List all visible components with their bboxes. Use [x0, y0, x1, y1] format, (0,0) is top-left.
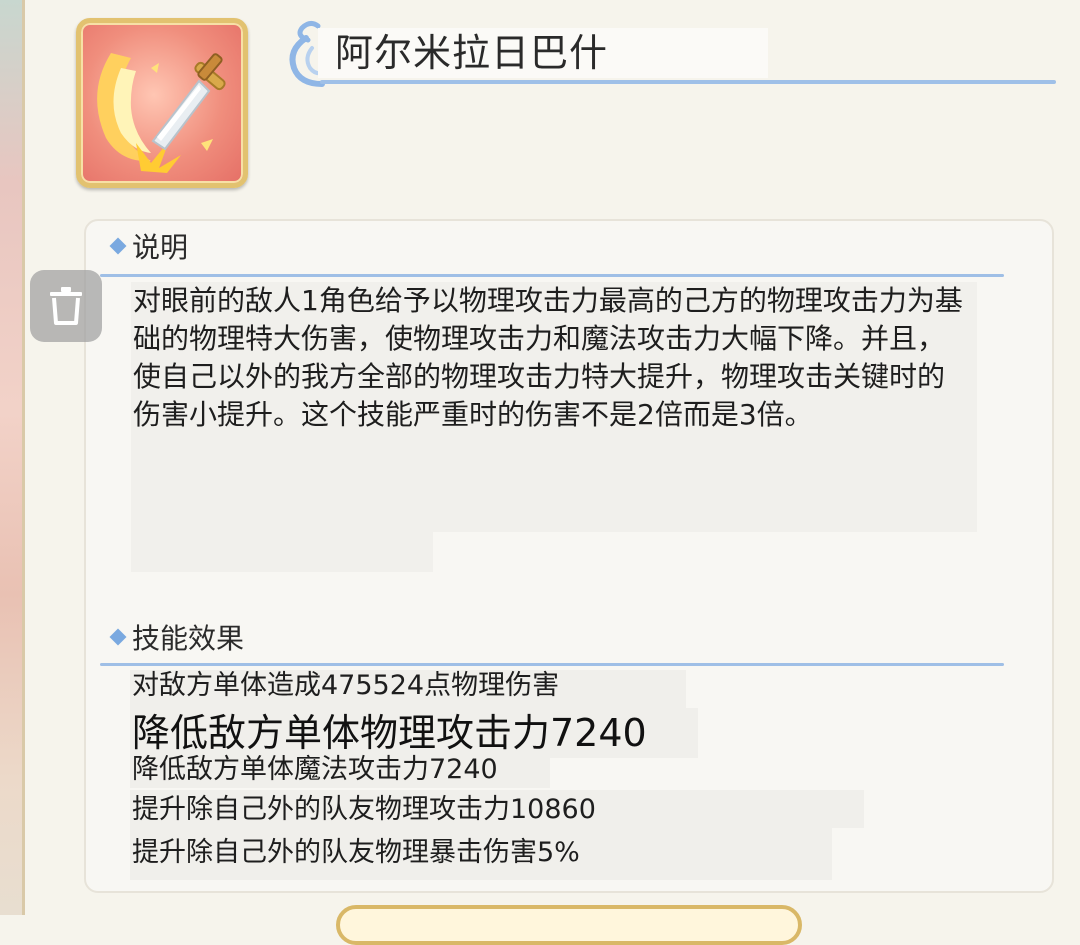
diamond-bullet-icon	[109, 628, 127, 646]
delete-button[interactable]	[30, 270, 102, 342]
diamond-bullet-icon	[109, 237, 127, 255]
effect-line-damage: 对敌方单体造成475524点物理伤害	[132, 670, 560, 701]
effects-heading-label: 技能效果	[132, 622, 245, 655]
sword-slash-icon	[76, 18, 248, 188]
description-background-tail	[131, 532, 433, 572]
description-heading: 说明	[109, 231, 189, 265]
description-heading-label: 说明	[132, 231, 189, 264]
effect-line-phys-atk-down: 降低敌方单体物理攻击力7240	[132, 711, 647, 755]
skill-name: 阿尔米拉日巴什	[335, 31, 609, 75]
effect-line-ally-crit-up: 提升除自己外的队友物理暴击伤害5%	[132, 837, 580, 868]
effects-heading: 技能效果	[109, 622, 245, 656]
background-art-edge	[0, 0, 24, 915]
effects-divider	[100, 663, 1004, 666]
frame-border	[22, 0, 25, 915]
bottom-action-button[interactable]	[336, 905, 802, 945]
title-underline	[320, 80, 1056, 84]
description-divider	[100, 274, 1004, 277]
effect-line-mag-atk-down: 降低敌方单体魔法攻击力7240	[132, 754, 498, 785]
description-text: 对眼前的敌人1角色给予以物理攻击力最高的己方的物理攻击力为基础的物理特大伤害，使…	[133, 284, 963, 431]
trash-icon	[50, 287, 82, 325]
effect-line-ally-atk-up: 提升除自己外的队友物理攻击力10860	[132, 794, 596, 825]
